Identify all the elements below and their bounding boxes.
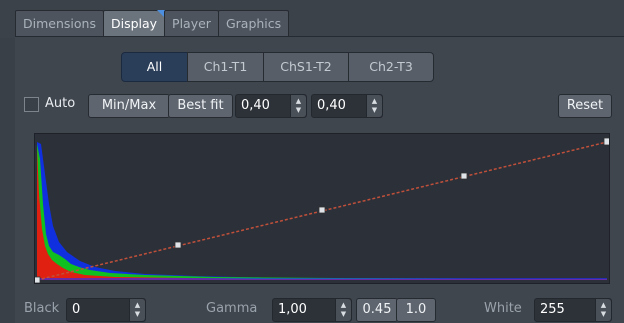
white-value: 255: [540, 302, 565, 317]
minmax-button[interactable]: Min/Max: [88, 94, 170, 118]
channel-selector: All Ch1-T1 ChS1-T2 Ch2-T3: [121, 52, 434, 82]
white-label: White: [484, 301, 522, 316]
gamma-045-button[interactable]: 0.45: [356, 298, 398, 322]
white-spinbox[interactable]: 255 ▲ ▼: [534, 298, 612, 322]
black-label: Black: [24, 301, 60, 316]
auto-checkbox[interactable]: [24, 97, 39, 112]
gamma-label: Gamma: [206, 301, 258, 316]
tab-graphics[interactable]: Graphics: [217, 10, 290, 37]
gamma-10-button[interactable]: 1.0: [396, 298, 436, 322]
spin-arrows-icon[interactable]: ▲ ▼: [595, 299, 611, 321]
auto-label: Auto: [45, 96, 76, 111]
channel-ch1-t1-button[interactable]: Ch1-T1: [187, 52, 264, 82]
black-value: 0: [72, 302, 81, 317]
spin-arrows-icon[interactable]: ▲ ▼: [290, 95, 306, 117]
histogram-red: [37, 148, 607, 280]
spin-arrows-icon[interactable]: ▲ ▼: [129, 299, 145, 321]
white-point-handle[interactable]: [603, 137, 609, 146]
curve-handle[interactable]: [460, 172, 468, 180]
black-point-handle[interactable]: [35, 276, 41, 283]
bestfit-high-spinbox[interactable]: 0,40 ▲ ▼: [311, 94, 383, 118]
black-spinbox[interactable]: 0 ▲ ▼: [66, 298, 146, 322]
channel-chs1-t2-button[interactable]: ChS1-T2: [263, 52, 349, 82]
best-fit-button[interactable]: Best fit: [168, 94, 233, 118]
channel-ch2-t3-button[interactable]: Ch2-T3: [348, 52, 434, 82]
bestfit-high-value: 0,40: [317, 98, 346, 113]
gamma-value: 1,00: [278, 302, 307, 317]
histogram-chart[interactable]: [34, 133, 610, 284]
tab-dimensions[interactable]: Dimensions: [15, 10, 104, 37]
bestfit-low-spinbox[interactable]: 0,40 ▲ ▼: [235, 94, 307, 118]
channel-all-button[interactable]: All: [121, 52, 188, 82]
bestfit-low-value: 0,40: [241, 98, 270, 113]
spin-arrows-icon[interactable]: ▲ ▼: [366, 95, 382, 117]
curve-handle[interactable]: [318, 206, 326, 214]
gamma-spinbox[interactable]: 1,00 ▲ ▼: [272, 298, 352, 322]
tab-display[interactable]: Display: [102, 10, 166, 37]
tab-player[interactable]: Player: [164, 10, 219, 37]
tab-bar: Dimensions Display Player Graphics: [0, 0, 624, 38]
reset-button[interactable]: Reset: [558, 94, 612, 118]
tab-display-label: Display: [110, 16, 158, 31]
spin-arrows-icon[interactable]: ▲ ▼: [335, 299, 351, 321]
histogram-svg: [35, 137, 609, 283]
curve-handle[interactable]: [174, 241, 182, 249]
tab-list: Dimensions Display Player Graphics: [15, 10, 290, 37]
